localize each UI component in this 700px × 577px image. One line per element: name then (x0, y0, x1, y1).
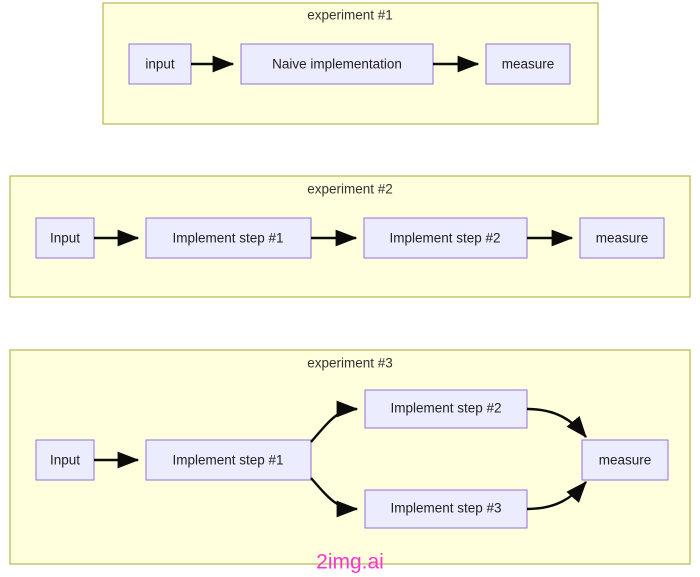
node-label-e3-step1: Implement step #1 (172, 453, 283, 468)
group-title-experiment-1: experiment #1 (307, 8, 393, 23)
group-experiment-2: experiment #2 Input Implement step #1 Im… (9, 175, 691, 298)
node-e1-naive[interactable]: Naive implementation (240, 43, 434, 85)
group-title-experiment-2: experiment #2 (307, 182, 393, 197)
group-experiment-1: experiment #1 input Naive implementation… (102, 2, 599, 125)
node-e3-measure[interactable]: measure (581, 439, 669, 481)
node-label-e2-measure: measure (596, 231, 649, 246)
node-e2-measure[interactable]: measure (579, 217, 665, 259)
node-label-e2-input: Input (50, 231, 80, 246)
node-label-e3-input: Input (50, 453, 80, 468)
node-e2-input[interactable]: Input (35, 217, 95, 259)
group-experiment-3: experiment #3 Input Implement step #1 Im… (9, 349, 691, 565)
node-e3-step3[interactable]: Implement step #3 (364, 489, 528, 529)
node-e3-input[interactable]: Input (35, 439, 95, 481)
node-label-e1-naive: Naive implementation (272, 57, 402, 72)
node-e2-step2[interactable]: Implement step #2 (363, 217, 528, 259)
node-label-e1-measure: measure (502, 57, 555, 72)
node-e3-step1[interactable]: Implement step #1 (145, 439, 312, 481)
node-e2-step1[interactable]: Implement step #1 (145, 217, 312, 259)
watermark-label: 2img.ai (316, 551, 384, 574)
flowchart-diagram: experiment #1 input Naive implementation… (0, 0, 700, 577)
node-e3-step2[interactable]: Implement step #2 (364, 389, 528, 429)
node-e1-measure[interactable]: measure (485, 43, 571, 85)
node-label-e2-step2: Implement step #2 (389, 231, 500, 246)
node-label-e1-input: input (145, 57, 175, 72)
node-label-e3-step2: Implement step #2 (390, 401, 501, 416)
node-e1-input[interactable]: input (128, 43, 192, 85)
node-label-e3-step3: Implement step #3 (390, 501, 501, 516)
group-title-experiment-3: experiment #3 (307, 356, 393, 371)
diagram-canvas: experiment #1 input Naive implementation… (9, 2, 691, 574)
node-label-e3-measure: measure (599, 453, 652, 468)
node-label-e2-step1: Implement step #1 (172, 231, 283, 246)
